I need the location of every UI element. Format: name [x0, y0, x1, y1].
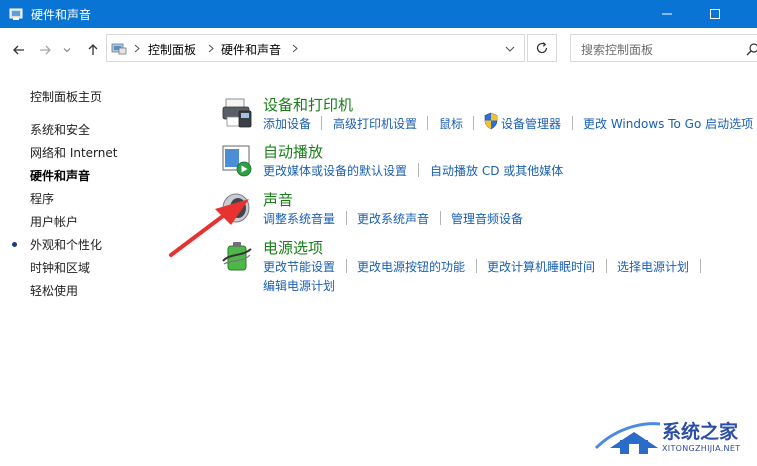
link-separator [473, 116, 474, 130]
up-button[interactable] [82, 39, 104, 61]
category-title-sound[interactable]: 声音 [263, 189, 293, 210]
link-separator [606, 259, 607, 273]
link-separator [346, 259, 347, 273]
link-device-manager[interactable]: 设备管理器 [501, 115, 561, 132]
recent-locations-button[interactable] [60, 39, 74, 61]
link-separator [476, 259, 477, 273]
minimize-icon [662, 13, 672, 15]
watermark-name: 系统之家 [662, 421, 739, 443]
arrow-left-icon [13, 45, 24, 55]
chevron-down-icon[interactable] [505, 45, 515, 53]
link-power-button[interactable]: 更改电源按钮的功能 [357, 258, 465, 275]
title-bar: 硬件和声音 [0, 0, 757, 28]
forward-button[interactable] [34, 39, 56, 61]
arrow-right-icon [40, 45, 51, 55]
link-sleep-time[interactable]: 更改计算机睡眠时间 [487, 258, 595, 275]
battery-icon [222, 242, 252, 271]
link-change-system-sounds[interactable]: 更改系统声音 [357, 210, 429, 227]
address-bar[interactable]: 控制面板 硬件和声音 [106, 34, 525, 62]
sidebar-home-link[interactable]: 控制面板主页 [30, 88, 102, 105]
maximize-icon [710, 9, 720, 19]
minimize-button[interactable] [644, 0, 690, 28]
link-windows-to-go[interactable]: 更改 Windows To Go 启动选项 [583, 115, 753, 132]
sidebar-item-network[interactable]: 网络和 Internet [30, 144, 117, 161]
search-box[interactable]: 搜索控制面板 [570, 34, 757, 62]
link-separator [346, 211, 347, 225]
breadcrumb-control-panel[interactable]: 控制面板 [148, 41, 196, 58]
category-title-power[interactable]: 电源选项 [263, 237, 323, 258]
autoplay-icon [222, 145, 252, 177]
watermark-domain: XITONGZHIJIA.NET [662, 444, 741, 453]
sidebar-item-system-security[interactable]: 系统和安全 [30, 121, 90, 138]
link-separator [418, 163, 419, 177]
arrow-up-icon [88, 44, 98, 55]
back-button[interactable] [8, 39, 30, 61]
link-adjust-volume[interactable]: 调整系统音量 [263, 210, 335, 227]
link-power-saving[interactable]: 更改节能设置 [263, 258, 335, 275]
link-separator [572, 116, 573, 130]
sidebar-item-appearance[interactable]: 外观和个性化 [30, 236, 102, 253]
link-change-media-defaults[interactable]: 更改媒体或设备的默认设置 [263, 162, 407, 179]
control-panel-icon [9, 8, 23, 20]
sidebar-item-user-accounts[interactable]: 用户帐户 [30, 213, 78, 230]
shield-icon [484, 112, 498, 130]
printer-icon [222, 98, 252, 128]
sidebar-item-clock-region[interactable]: 时钟和区域 [30, 259, 90, 276]
search-icon [746, 43, 757, 56]
breadcrumb-separator-icon [208, 44, 214, 53]
link-mouse[interactable]: 鼠标 [439, 115, 463, 132]
refresh-icon [536, 42, 548, 54]
breadcrumb-separator-icon [134, 44, 140, 53]
search-placeholder: 搜索控制面板 [581, 43, 654, 57]
breadcrumb-hardware-sound[interactable]: 硬件和声音 [221, 41, 281, 58]
active-item-bullet [12, 242, 17, 247]
sidebar-item-hardware-sound[interactable]: 硬件和声音 [30, 167, 90, 184]
sidebar: 控制面板主页 系统和安全 网络和 Internet 硬件和声音 程序 用户帐户 … [0, 72, 200, 466]
link-manage-audio-devices[interactable]: 管理音频设备 [451, 210, 523, 227]
link-advanced-printer[interactable]: 高级打印机设置 [333, 115, 417, 132]
chevron-down-icon [63, 48, 71, 53]
link-choose-power-plan[interactable]: 选择电源计划 [617, 258, 689, 275]
category-title-devices[interactable]: 设备和打印机 [263, 94, 353, 115]
sidebar-item-programs[interactable]: 程序 [30, 190, 54, 207]
link-edit-power-plan[interactable]: 编辑电源计划 [263, 277, 335, 294]
maximize-button[interactable] [692, 0, 738, 28]
category-title-autoplay[interactable]: 自动播放 [263, 141, 323, 162]
link-separator [440, 211, 441, 225]
breadcrumb-separator-icon [292, 44, 298, 53]
refresh-button[interactable] [527, 34, 557, 62]
link-separator [321, 116, 322, 130]
navigation-bar: 控制面板 硬件和声音 搜索控制面板 [0, 28, 757, 72]
link-separator [427, 116, 428, 130]
sidebar-item-ease-of-access[interactable]: 轻松使用 [30, 282, 78, 299]
control-panel-icon [111, 43, 127, 55]
link-add-device[interactable]: 添加设备 [263, 115, 311, 132]
window-title: 硬件和声音 [31, 8, 92, 22]
link-autoplay-cd[interactable]: 自动播放 CD 或其他媒体 [430, 162, 563, 179]
link-separator [700, 259, 701, 273]
